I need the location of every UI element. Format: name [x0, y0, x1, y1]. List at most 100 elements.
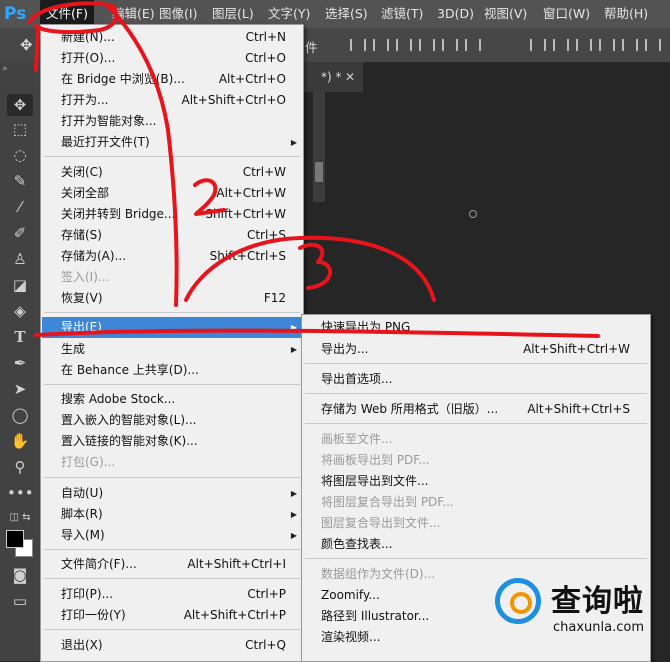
scrollbar-thumb[interactable] — [315, 162, 323, 182]
distribute-top-icon[interactable] — [530, 39, 546, 51]
menu-item-close[interactable]: 关闭(C) Ctrl+W — [42, 162, 302, 183]
menu-view[interactable]: 视图(V) — [478, 0, 533, 28]
collapse-panel-icon[interactable]: » — [2, 64, 7, 74]
watermark-search-icon — [495, 578, 541, 624]
menu-item-import[interactable]: 导入(M) ▶ — [42, 525, 302, 546]
menu-item-revert[interactable]: 恢复(V) F12 — [42, 288, 302, 309]
submenu-arrow-icon: ▶ — [290, 138, 297, 147]
menu-item-save-as[interactable]: 存储为(A)... Shift+Ctrl+S — [42, 246, 302, 267]
scrollbar[interactable] — [313, 92, 325, 202]
menu-item-automate[interactable]: 自动(U) ▶ — [42, 483, 302, 504]
paint-bucket-icon[interactable]: ◈ — [7, 300, 33, 322]
path-select-icon[interactable]: ➤ — [7, 378, 33, 400]
canvas-cursor-icon — [469, 210, 477, 218]
marquee-icon[interactable]: ⬚ — [7, 118, 33, 140]
ellipse-icon[interactable]: ◯ — [7, 404, 33, 426]
submenu-arrow-icon: ▶ — [290, 345, 297, 354]
distribute-bottom-icon[interactable] — [576, 39, 592, 51]
menu-separator — [44, 578, 300, 579]
menu-item-export-preferences[interactable]: 导出首选项... — [303, 369, 649, 390]
quick-mask-icon[interactable]: ◙ — [7, 564, 33, 586]
distribute-vcenter-icon[interactable] — [553, 39, 569, 51]
align-top-icon[interactable] — [350, 39, 366, 51]
menu-3d[interactable]: 3D(D) — [431, 0, 480, 28]
menu-item-new[interactable]: 新建(N)... Ctrl+N — [42, 27, 302, 48]
menu-item-check-in: 签入(I)... — [61, 270, 110, 284]
menu-separator — [44, 384, 300, 385]
move-icon[interactable]: ✥ — [7, 94, 33, 116]
stamp-icon[interactable]: ♙ — [7, 248, 33, 270]
file-menu: 新建(N)... Ctrl+N 打开(O)... Ctrl+O 在 Bridge 中… — [40, 24, 304, 662]
menu-item-open[interactable]: 打开(O)... Ctrl+O — [42, 48, 302, 69]
menu-window[interactable]: 窗口(W) — [537, 0, 596, 28]
menu-item-print[interactable]: 打印(P)... Ctrl+P — [42, 584, 302, 605]
menu-item-close-all[interactable]: 关闭全部 Alt+Ctrl+W — [42, 183, 302, 204]
foreground-color-swatch[interactable] — [6, 530, 24, 548]
menu-select[interactable]: 选择(S) — [319, 0, 374, 28]
menu-item-save[interactable]: 存储(S) Ctrl+S — [42, 225, 302, 246]
menu-item-place-linked[interactable]: 置入链接的智能对象(K)... — [42, 431, 302, 452]
align-left-icon[interactable] — [419, 39, 435, 51]
menu-item-save-for-web[interactable]: 存储为 Web 所用格式（旧版）... Alt+Shift+Ctrl+S — [303, 399, 649, 420]
document-tab[interactable]: *) * ✕ — [303, 62, 363, 92]
lasso-icon[interactable]: ◌ — [7, 144, 33, 166]
submenu-arrow-icon: ▶ — [290, 489, 297, 498]
document-tab-title: *) * — [321, 70, 342, 84]
zoom-icon[interactable]: ⚲ — [7, 456, 33, 478]
menu-item-open-as[interactable]: 打开为... Alt+Shift+Ctrl+O — [42, 90, 302, 111]
tools-panel: » ✥ ⬚ ◌ ✎ ⁄ ✐ ♙ ◪ ◈ T ✒ ➤ ◯ ✋ ⚲ ••• ◫ ⇆ … — [0, 62, 41, 661]
type-icon[interactable]: T — [7, 326, 33, 348]
menu-item-generate[interactable]: 生成 ▶ — [42, 339, 302, 360]
menu-item-package: 打包(G)... — [61, 455, 116, 469]
align-right-icon[interactable] — [465, 39, 481, 51]
eyedropper-icon[interactable]: ⁄ — [7, 196, 33, 218]
menu-help[interactable]: 帮助(H) — [598, 0, 654, 28]
align-vcenter-icon[interactable] — [373, 39, 389, 51]
brush-icon[interactable]: ✐ — [7, 222, 33, 244]
pen-icon[interactable]: ✒ — [7, 352, 33, 374]
submenu-arrow-icon: ▶ — [290, 323, 297, 332]
menu-separator — [44, 312, 300, 313]
menu-item-open-smart-object[interactable]: 打开为智能对象... — [42, 111, 302, 132]
hand-icon[interactable]: ✋ — [7, 430, 33, 452]
menu-item-scripts[interactable]: 脚本(R) ▶ — [42, 504, 302, 525]
close-icon[interactable]: ✕ — [345, 62, 355, 92]
menu-separator — [305, 393, 647, 394]
menu-separator — [305, 558, 647, 559]
menu-separator — [44, 156, 300, 157]
menu-item-file-info[interactable]: 文件简介(F)... Alt+Shift+Ctrl+I — [42, 554, 302, 575]
distribute-hcenter-icon[interactable] — [622, 39, 638, 51]
align-hcenter-icon[interactable] — [442, 39, 458, 51]
menu-item-quick-export-png[interactable]: 快速导出为 PNG — [303, 317, 649, 338]
menu-item-recent-files[interactable]: 最近打开文件(T) ▶ — [42, 132, 302, 153]
align-bottom-icon[interactable] — [396, 39, 412, 51]
menu-item-exit[interactable]: 退出(X) Ctrl+Q — [42, 635, 302, 656]
menu-item-close-go-bridge[interactable]: 关闭并转到 Bridge... Shift+Ctrl+W — [42, 204, 302, 225]
submenu-arrow-icon: ▶ — [290, 510, 297, 519]
menu-item-print-one[interactable]: 打印一份(Y) Alt+Shift+Ctrl+P — [42, 605, 302, 626]
menu-item-layers-to-files[interactable]: 将图层导出到文件... — [303, 471, 649, 492]
watermark-title: 查询啦 — [551, 584, 644, 619]
menu-separator — [44, 549, 300, 550]
screen-mode-icon[interactable]: ▭ — [7, 590, 33, 612]
menu-item-export[interactable]: 导出(E) ▶ — [42, 317, 302, 338]
menu-item-browse-bridge[interactable]: 在 Bridge 中浏览(B)... Alt+Ctrl+O — [42, 69, 302, 90]
menu-separator — [305, 363, 647, 364]
more-icon[interactable]: ••• — [7, 482, 34, 504]
swap-colors-icon[interactable]: ◫ ⇆ — [7, 507, 33, 529]
menu-item-color-lookup[interactable]: 颜色查找表... — [303, 534, 649, 555]
distribute-left-icon[interactable] — [599, 39, 615, 51]
menu-item-place-embedded[interactable]: 置入嵌入的智能对象(L)... — [42, 410, 302, 431]
eraser-icon[interactable]: ◪ — [7, 274, 33, 296]
distribute-right-icon[interactable] — [645, 39, 661, 51]
menu-item-layer-comps-to-pdf: 将图层复合导出到 PDF... — [321, 495, 454, 509]
menu-item-share-behance[interactable]: 在 Behance 上共享(D)... — [42, 360, 302, 381]
submenu-arrow-icon: ▶ — [290, 531, 297, 540]
move-options-icon[interactable]: ✥ — [20, 36, 33, 54]
quick-select-icon[interactable]: ✎ — [7, 170, 33, 192]
watermark-url: chaxunla.com — [553, 620, 644, 635]
menu-item-layer-comps-to-files: 图层复合导出到文件... — [321, 516, 441, 530]
menu-filter[interactable]: 滤镜(T) — [375, 0, 429, 28]
menu-item-search-stock[interactable]: 搜索 Adobe Stock... — [42, 389, 302, 410]
menu-item-export-as[interactable]: 导出为... Alt+Shift+Ctrl+W — [303, 339, 649, 360]
